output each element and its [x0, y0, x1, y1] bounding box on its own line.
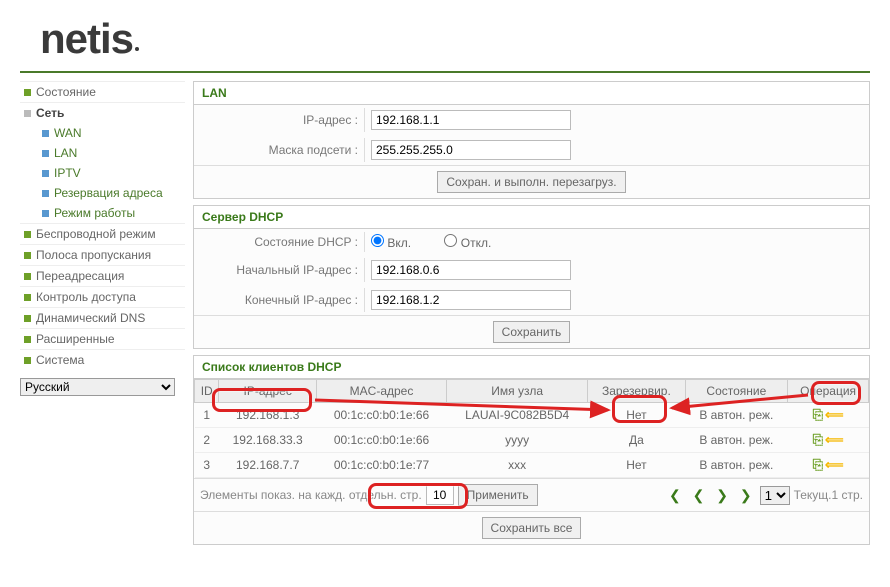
- link-icon[interactable]: ⎘: [813, 457, 823, 473]
- th-state: Состояние: [685, 380, 788, 403]
- back-arrow-icon[interactable]: ⟸: [825, 457, 844, 473]
- logo: netis: [40, 15, 870, 63]
- th-mac: MAC-адрес: [316, 380, 446, 403]
- dhcp-save-button[interactable]: Сохранить: [493, 321, 571, 343]
- th-id: ID: [195, 380, 219, 403]
- link-icon[interactable]: ⎘: [813, 432, 823, 448]
- dhcp-off-radio[interactable]: Откл.: [444, 236, 491, 250]
- dhcp-start-input[interactable]: [371, 260, 571, 280]
- dhcp-end-input[interactable]: [371, 290, 571, 310]
- table-row: 1192.168.1.300:1c:c0:b0:1e:66LAUAI-9C082…: [195, 403, 869, 428]
- th-host: Имя узла: [447, 380, 588, 403]
- per-page-input[interactable]: [426, 485, 454, 505]
- ip-input[interactable]: [371, 110, 571, 130]
- th-op: Операция: [788, 380, 869, 403]
- th-ip: IP-адрес: [219, 380, 317, 403]
- ip-label: IP-адрес :: [194, 113, 364, 127]
- mask-label: Маска подсети :: [194, 143, 364, 157]
- nav-iptv[interactable]: IPTV: [20, 163, 185, 183]
- nav-ddns[interactable]: Динамический DNS: [20, 307, 185, 328]
- pager-label: Элементы показ. на кажд. отдельн. стр.: [200, 488, 422, 502]
- table-row: 2192.168.33.300:1c:c0:b0:1e:66yyyyДаВ ав…: [195, 428, 869, 453]
- nav-bandwidth[interactable]: Полоса пропускания: [20, 244, 185, 265]
- apply-button[interactable]: Применить: [458, 484, 538, 506]
- link-icon[interactable]: ⎘: [813, 407, 823, 423]
- nav-advanced[interactable]: Расширенные: [20, 328, 185, 349]
- lan-title: LAN: [194, 82, 869, 105]
- dhcp-on-radio[interactable]: Вкл.: [371, 236, 411, 250]
- dhcp-state-label: Состояние DHCP :: [194, 235, 364, 249]
- dhcp-end-label: Конечный IP-адрес :: [194, 293, 364, 307]
- nav-wireless[interactable]: Беспроводной режим: [20, 223, 185, 244]
- nav-mode[interactable]: Режим работы: [20, 203, 185, 223]
- nav-wan[interactable]: WAN: [20, 123, 185, 143]
- back-arrow-icon[interactable]: ⟸: [825, 407, 844, 423]
- nav-reservation[interactable]: Резервация адреса: [20, 183, 185, 203]
- nav-access[interactable]: Контроль доступа: [20, 286, 185, 307]
- table-row: 3192.168.7.700:1c:c0:b0:1e:77xxxНетВ авт…: [195, 453, 869, 478]
- page-info: Текущ.1 стр.: [794, 488, 863, 502]
- dhcp-title: Сервер DHCP: [194, 206, 869, 229]
- sidebar: Состояние Сеть WAN LAN IPTV Резервация а…: [20, 81, 185, 551]
- pager-arrows[interactable]: ❮ ❮ ❯ ❯: [669, 487, 756, 504]
- clients-table: ID IP-адрес MAC-адрес Имя узла Зарезерви…: [194, 379, 869, 478]
- dhcp-start-label: Начальный IP-адрес :: [194, 263, 364, 277]
- lan-panel: LAN IP-адрес : Маска подсети : Сохран. и…: [193, 81, 870, 199]
- clients-title: Список клиентов DHCP: [194, 356, 869, 379]
- mask-input[interactable]: [371, 140, 571, 160]
- nav-forwarding[interactable]: Переадресация: [20, 265, 185, 286]
- th-res: Зарезервир.: [588, 380, 685, 403]
- language-select[interactable]: Русский: [20, 378, 175, 396]
- save-all-button[interactable]: Сохранить все: [482, 517, 582, 539]
- clients-panel: Список клиентов DHCP ID IP-адрес MAC-адр…: [193, 355, 870, 545]
- nav-lan[interactable]: LAN: [20, 143, 185, 163]
- nav-status[interactable]: Состояние: [20, 81, 185, 102]
- lan-save-button[interactable]: Сохран. и выполн. перезагруз.: [437, 171, 625, 193]
- nav-system[interactable]: Система: [20, 349, 185, 370]
- page-select[interactable]: 1: [760, 486, 790, 505]
- back-arrow-icon[interactable]: ⟸: [825, 432, 844, 448]
- dhcp-panel: Сервер DHCP Состояние DHCP : Вкл. Откл. …: [193, 205, 870, 349]
- nav-network[interactable]: Сеть: [20, 102, 185, 123]
